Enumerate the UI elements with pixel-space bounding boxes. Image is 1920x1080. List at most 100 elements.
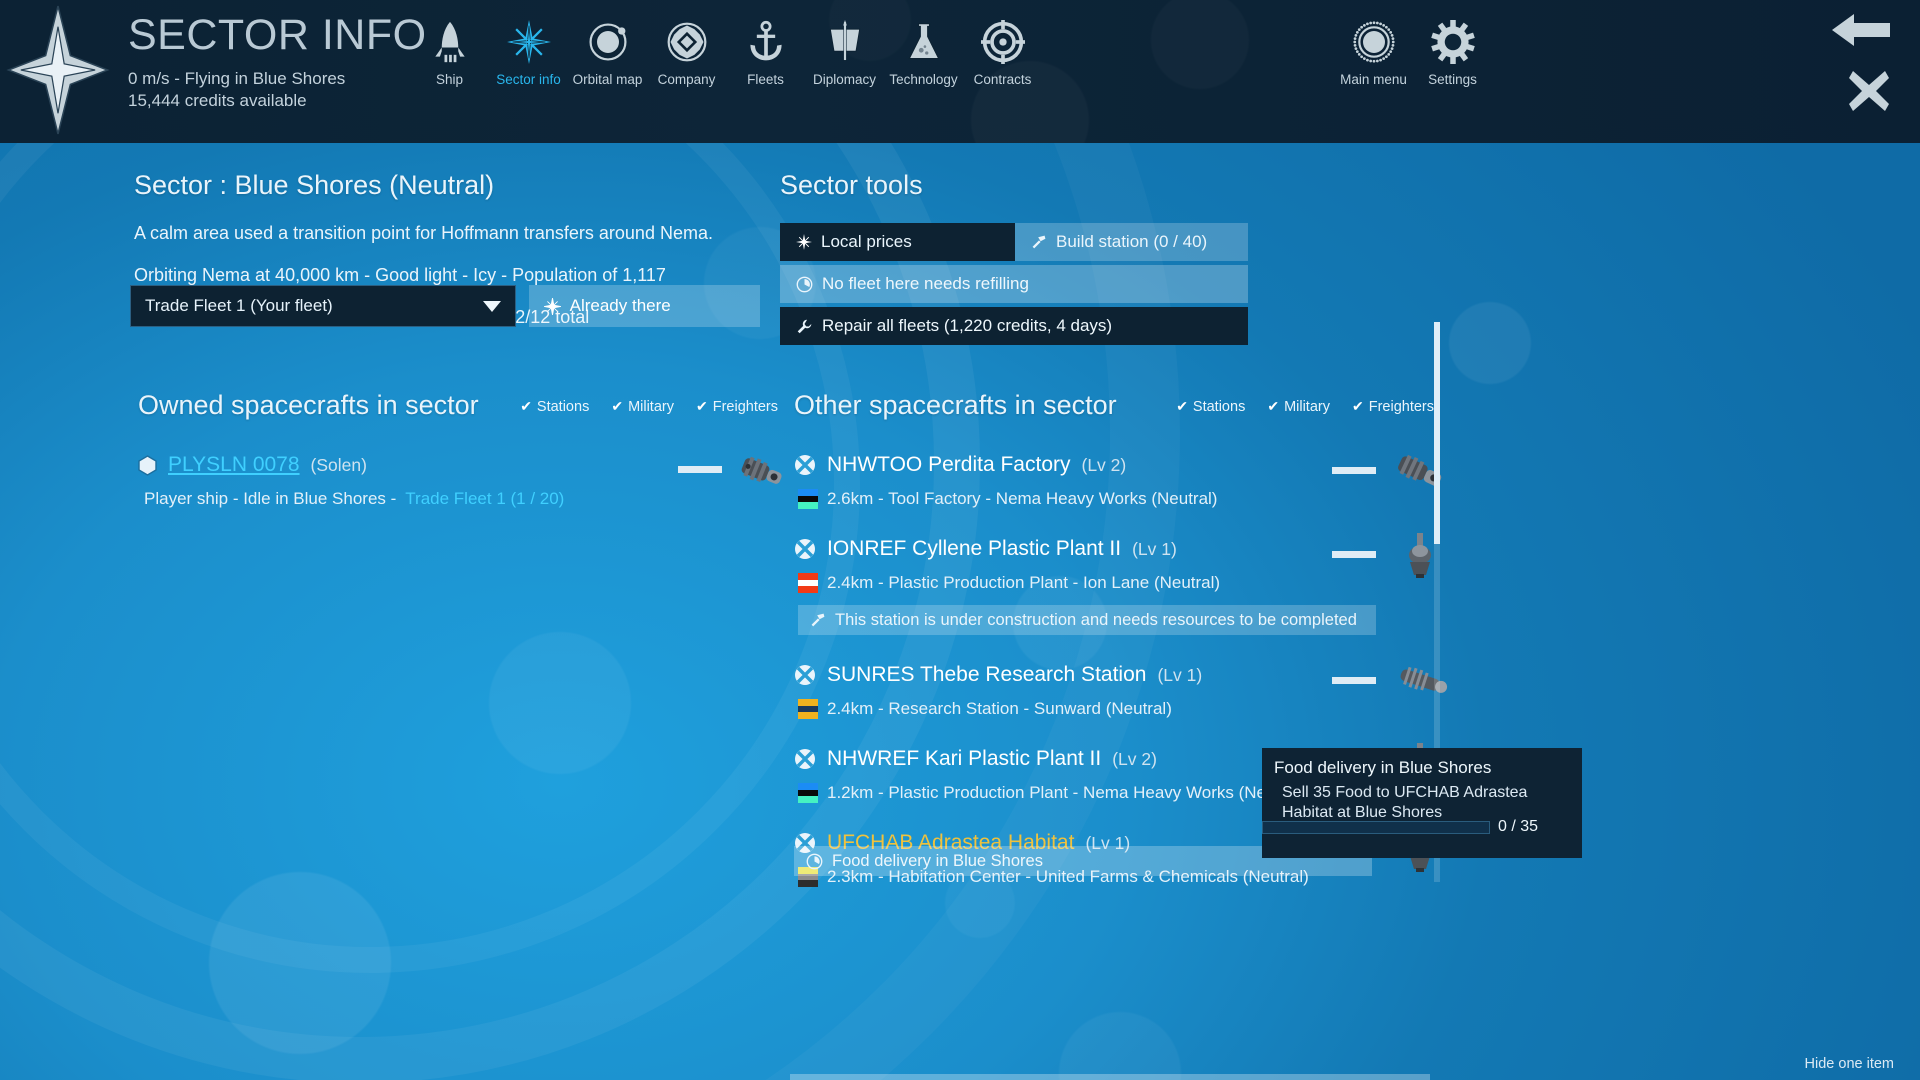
other-craft-row[interactable]: SUNRES Thebe Research Station (Lv 1) 2.4…: [794, 663, 1448, 720]
craft-name[interactable]: SUNRES Thebe Research Station: [827, 663, 1146, 687]
nav-item-orbital-map[interactable]: Orbital map: [568, 14, 647, 88]
others-heading: Other spacecrafts in sector: [794, 390, 1117, 420]
list-scrollbar-thumb[interactable]: [1434, 322, 1440, 544]
wrench-icon: [797, 319, 812, 333]
check-icon: ✔: [1267, 398, 1280, 414]
craft-hp-bar: [1332, 551, 1376, 558]
tool-rows: No fleet here needs refilling Repair all …: [780, 261, 1480, 345]
main-nav-group: Ship Sector info Orbital map Company Fle…: [410, 14, 1042, 88]
credits-line: 15,444 credits available: [128, 91, 307, 111]
anchor-icon: [749, 20, 782, 60]
target-icon: [980, 14, 1025, 69]
check-icon: ✔: [1176, 398, 1188, 414]
nav-item-settings[interactable]: Settings: [1413, 14, 1492, 88]
tool-row-label: Repair all fleets (1,220 credits, 4 days…: [822, 316, 1113, 335]
craft-detail-text: 2.4km - Plastic Production Plant - Ion L…: [827, 573, 1221, 592]
craft-name[interactable]: IONREF Cyllene Plastic Plant II: [827, 537, 1121, 561]
bottom-accent-strip: [790, 1074, 1430, 1080]
anchor-icon: [744, 14, 788, 69]
nav-item-main-menu[interactable]: Main menu: [1334, 14, 1413, 88]
craft-detail-text: 2.6km - Tool Factory - Nema Heavy Works …: [827, 489, 1218, 508]
rocket-icon: [428, 14, 472, 69]
page-title: SECTOR INFO: [128, 11, 427, 59]
tooltip-progress-label: 0 / 35: [1498, 818, 1539, 835]
filter-label: Freighters: [712, 398, 778, 415]
orbit-icon: [586, 14, 630, 69]
flask-icon: [902, 14, 946, 69]
close-x-icon[interactable]: [1846, 68, 1892, 114]
tools-list: Local prices Build station (0 / 40) No fl…: [780, 223, 1480, 345]
nav-item-label: Contracts: [973, 72, 1032, 87]
craft-detail-text: 2.4km - Research Station - Sunward (Neut…: [827, 699, 1172, 718]
sector-description: A calm area used a transition point for …: [134, 223, 713, 243]
craft-level: (Lv 2): [1112, 748, 1157, 769]
fleet-selection-row: Trade Fleet 1 (Your fleet) Already there: [130, 285, 760, 327]
top-navigation-bar: SECTOR INFO 0 m/s - Flying in Blue Shore…: [0, 0, 1920, 143]
owned-filter-group: ✔ Stations ✔ Military ✔ Freighters: [520, 398, 778, 421]
craft-name[interactable]: NHWTOO Perdita Factory: [827, 453, 1071, 477]
nav-item-label: Diplomacy: [812, 72, 877, 87]
fleet-select[interactable]: Trade Fleet 1 (Your fleet): [130, 285, 516, 327]
tools-heading: Sector tools: [780, 170, 923, 200]
tool-row-no[interactable]: No fleet here needs refilling: [780, 265, 1248, 303]
faction-flag-icon: [798, 699, 818, 720]
others-filter-group: ✔ Stations ✔ Military ✔ Freighters: [1176, 398, 1434, 421]
dial-icon: [1352, 14, 1396, 69]
others-filter-freighters[interactable]: ✔ Freighters: [1352, 398, 1434, 415]
nav-item-technology[interactable]: Technology: [884, 14, 963, 88]
tool-row-repair[interactable]: Repair all fleets (1,220 credits, 4 days…: [780, 307, 1248, 345]
nav-item-label: Settings: [1428, 72, 1477, 87]
owned-spacecrafts-section: Owned spacecrafts in sector ✔ Stations ✔ Mi…: [138, 390, 782, 537]
filter-label: Military: [628, 398, 674, 415]
title-block: SECTOR INFO 0 m/s - Flying in Blue Shore…: [128, 12, 427, 112]
scales-icon: [829, 19, 860, 61]
owned-filter-freighters[interactable]: ✔ Freighters: [696, 398, 778, 415]
hexagon-icon: [138, 454, 157, 476]
other-craft-row[interactable]: IONREF Cyllene Plastic Plant II (Lv 1) 2…: [794, 533, 1434, 635]
craft-name[interactable]: NHWREF Kari Plastic Plant II: [827, 747, 1101, 771]
check-icon: ✔: [1351, 398, 1364, 414]
craft-detail: 2.4km - Research Station - Sunward (Neut…: [798, 699, 1434, 720]
nav-item-company[interactable]: Company: [647, 14, 726, 88]
check-icon: ✔: [611, 398, 624, 414]
gear-icon: [1430, 14, 1475, 69]
arrow-left-icon[interactable]: [1830, 10, 1892, 50]
check-icon: ✔: [520, 398, 532, 414]
nav-item-diplomacy[interactable]: Diplomacy: [805, 14, 884, 88]
craft-fleet-link[interactable]: Trade Fleet 1 (1 / 20): [405, 489, 564, 509]
tool-tab-build[interactable]: Build station (0 / 40): [1015, 223, 1248, 261]
tooltip-title: Food delivery in Blue Shores: [1274, 758, 1492, 777]
nav-item-label: Sector info: [496, 72, 561, 87]
craft-name[interactable]: PLYSLN 0078: [168, 453, 300, 477]
others-filter-stations[interactable]: ✔ Stations: [1176, 398, 1245, 415]
tool-tab-local[interactable]: Local prices: [780, 223, 1015, 261]
already-there-button[interactable]: Already there: [528, 285, 760, 327]
craft-level: (Lv 2): [1081, 454, 1127, 475]
owned-filter-military[interactable]: ✔ Military: [611, 398, 674, 415]
food-delivery-label: Food delivery in Blue Shores: [832, 851, 1043, 870]
owned-filter-stations[interactable]: ✔ Stations: [520, 398, 589, 415]
filter-label: Stations: [536, 398, 590, 415]
faction-flag-icon: [798, 573, 818, 594]
nav-item-fleets[interactable]: Fleets: [726, 14, 805, 88]
tool-tabs: Local prices Build station (0 / 40): [780, 223, 1480, 261]
nav-item-contracts[interactable]: Contracts: [963, 14, 1042, 88]
dial-icon: [1352, 20, 1395, 63]
owned-heading: Owned spacecrafts in sector: [138, 390, 479, 420]
craft-detail: 2.6km - Tool Factory - Nema Heavy Works …: [798, 489, 1434, 510]
star-burst-icon: [796, 234, 812, 250]
fleet-select-value: Trade Fleet 1 (Your fleet): [145, 296, 333, 315]
craft-title[interactable]: PLYSLN 0078 (Solen): [138, 453, 778, 477]
nav-item-ship[interactable]: Ship: [410, 14, 489, 88]
others-filter-military[interactable]: ✔ Military: [1267, 398, 1330, 415]
hide-one-item-button[interactable]: Hide one item: [1805, 1056, 1894, 1072]
owned-craft-row[interactable]: PLYSLN 0078 (Solen) Player ship - Idle i…: [138, 453, 782, 509]
check-icon: ✔: [695, 398, 708, 414]
nav-item-sector-info[interactable]: Sector info: [489, 14, 568, 88]
hammer-icon: [1032, 235, 1046, 249]
craft-owner: (Solen): [310, 454, 367, 475]
craft-hp-bar: [1332, 467, 1376, 474]
craft-level: (Lv 1): [1157, 664, 1203, 685]
other-craft-row[interactable]: NHWTOO Perdita Factory (Lv 2) 2.6km - To…: [794, 453, 1442, 510]
construction-warning-label: This station is under construction and n…: [835, 610, 1357, 629]
